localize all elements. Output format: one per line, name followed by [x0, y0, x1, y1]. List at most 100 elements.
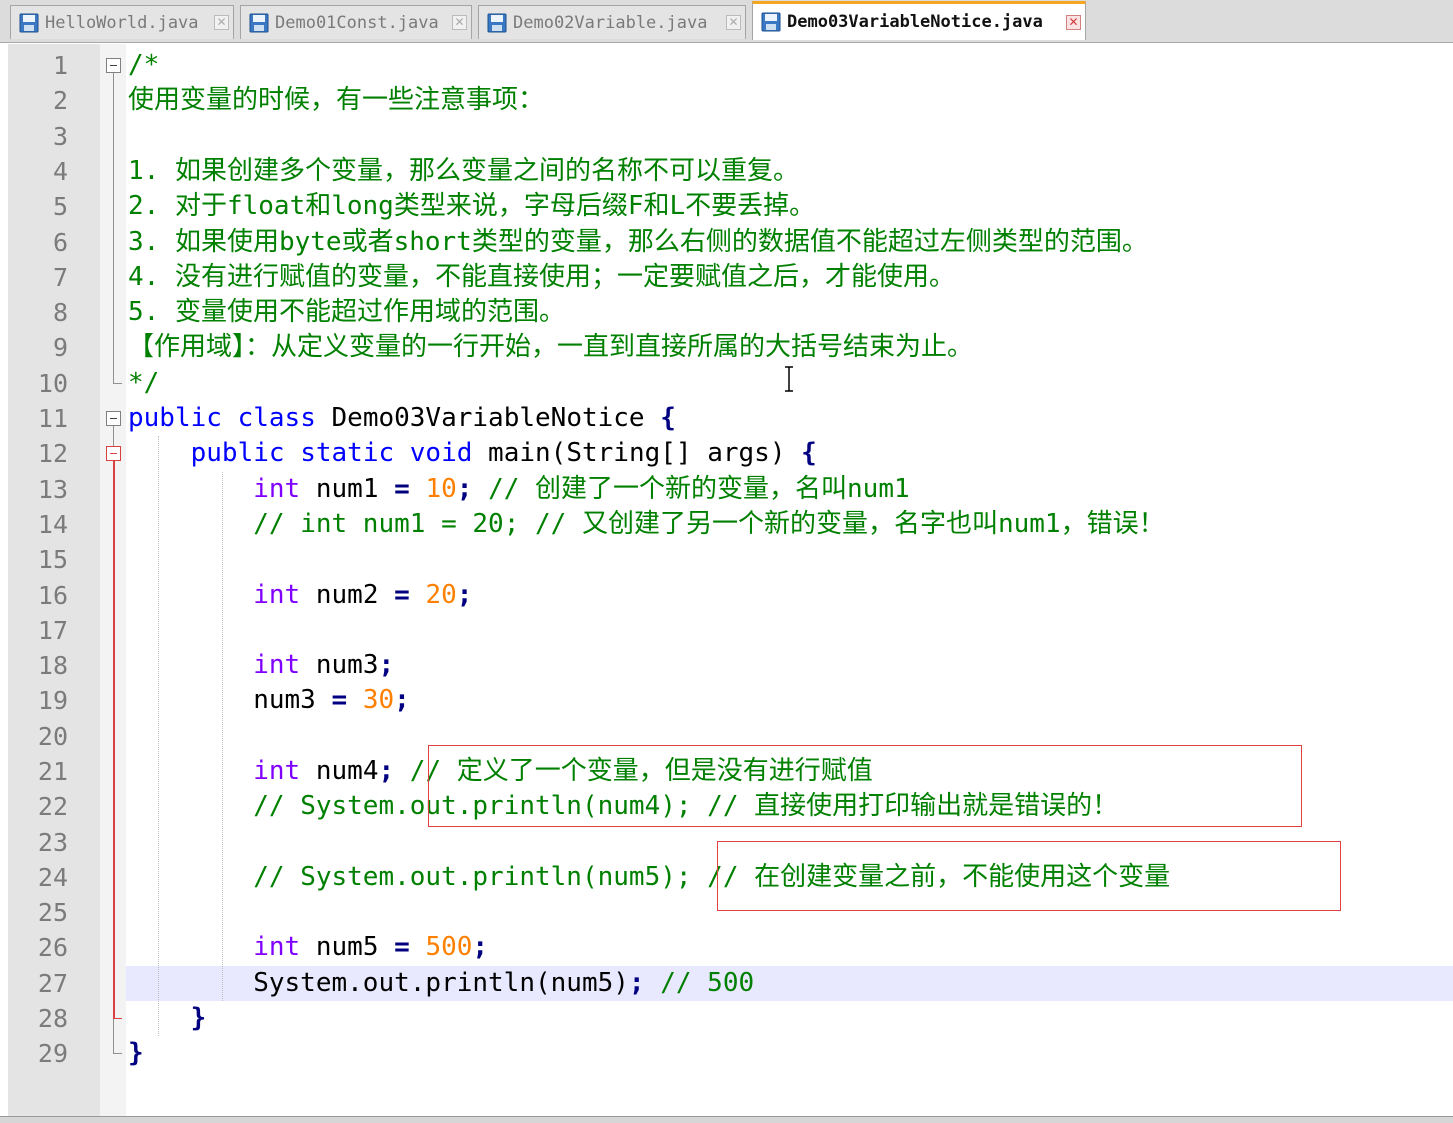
token-op: }	[128, 1038, 144, 1068]
token-op: ;	[472, 932, 489, 962]
fold-line	[113, 1019, 114, 1053]
close-icon[interactable]: ✕	[452, 15, 467, 30]
code-text[interactable]: int num2 = 20;	[126, 578, 1453, 613]
fold-line	[113, 73, 114, 383]
code-line[interactable]: 19 num3 = 30;	[0, 683, 1453, 718]
code-text[interactable]: 5. 变量使用不能超过作用域的范围。	[126, 295, 1453, 330]
token-cmt: 2. 对于float和long类型来说，字母后缀F和L不要丢掉。	[128, 191, 816, 221]
code-text[interactable]: num3 = 30;	[126, 683, 1453, 718]
tab-label: HelloWorld.java	[45, 12, 199, 33]
line-number: 5	[52, 192, 68, 221]
code-line[interactable]: 9 【作用域】：从定义变量的一行开始，一直到直接所属的大括号结束为止。	[0, 330, 1453, 365]
annotation-box	[717, 841, 1341, 911]
code-line[interactable]: 28 }	[0, 1001, 1453, 1036]
code-text[interactable]: // int num1 = 20; // 又创建了另一个新的变量，名字也叫num…	[126, 507, 1453, 542]
code-line[interactable]: 12 public static void main(String[] args…	[0, 436, 1453, 471]
code-text[interactable]	[126, 119, 1453, 154]
code-line[interactable]: 15	[0, 542, 1453, 577]
token-cmt: 使用变量的时候，有一些注意事项：	[128, 85, 545, 115]
tab-demo02variable-java[interactable]: Demo02Variable.java ✕	[478, 5, 746, 39]
code-text[interactable]: System.out.println(num5); // 500	[126, 966, 1453, 1001]
token-cmt: /*	[128, 50, 160, 80]
code-line[interactable]: 4 1. 如果创建多个变量，那么变量之间的名称不可以重复。	[0, 154, 1453, 189]
code-line[interactable]: 27 System.out.println(num5); // 500	[0, 966, 1453, 1001]
fold-minus-icon[interactable]	[106, 58, 121, 73]
token-cmt: 4. 没有进行赋值的变量，不能直接使用；一定要赋值之后，才能使用。	[128, 262, 955, 292]
code-line[interactable]: 13 int num1 = 10; // 创建了一个新的变量，名叫num1	[0, 472, 1453, 507]
code-text[interactable]: }	[126, 1001, 1453, 1036]
token-num: 500	[425, 932, 473, 962]
code-line[interactable]: 16 int num2 = 20;	[0, 578, 1453, 613]
token-op: ;	[628, 968, 645, 998]
code-line[interactable]: 5 2. 对于float和long类型来说，字母后缀F和L不要丢掉。	[0, 189, 1453, 224]
annotation-box	[428, 745, 1302, 827]
code-text[interactable]: 3. 如果使用byte或者short类型的变量，那么右侧的数据值不能超过左侧类型…	[126, 225, 1453, 260]
token-cmt: // int num1 = 20; // 又创建了另一个新的变量，名字也叫num…	[253, 509, 1165, 539]
close-icon[interactable]: ✕	[1066, 14, 1081, 30]
token-cmt: // 500	[660, 968, 755, 998]
code-text[interactable]	[126, 613, 1453, 648]
code-text[interactable]: /*	[126, 48, 1453, 83]
code-text[interactable]: 1. 如果创建多个变量，那么变量之间的名称不可以重复。	[126, 154, 1453, 189]
code-line[interactable]: 14 // int num1 = 20; // 又创建了另一个新的变量，名字也叫…	[0, 507, 1453, 542]
code-text[interactable]: public class Demo03VariableNotice {	[126, 401, 1453, 436]
code-line[interactable]: 6 3. 如果使用byte或者short类型的变量，那么右侧的数据值不能超过左侧类…	[0, 225, 1453, 260]
line-number: 24	[37, 863, 68, 892]
code-editor[interactable]: 1 /* 2 使用变量的时候，有一些注意事项： 3 4 1. 如果创建多个变量，那么变量之间…	[0, 44, 1453, 1116]
close-icon[interactable]: ✕	[214, 15, 229, 30]
tab-demo01const-java[interactable]: Demo01Const.java ✕	[240, 5, 472, 39]
code-text[interactable]: 2. 对于float和long类型来说，字母后缀F和L不要丢掉。	[126, 189, 1453, 224]
close-icon[interactable]: ✕	[726, 15, 741, 30]
code-line[interactable]: 11 public class Demo03VariableNotice {	[0, 401, 1453, 436]
code-line[interactable]: 17	[0, 613, 1453, 648]
code-line[interactable]: 29}	[0, 1036, 1453, 1071]
code-text[interactable]: public static void main(String[] args) {	[126, 436, 1453, 471]
code-text[interactable]: }	[126, 1036, 1453, 1071]
tab-label: Demo01Const.java	[275, 12, 439, 33]
token-num: 20	[425, 580, 457, 610]
code-text[interactable]: int num3;	[126, 648, 1453, 683]
line-number: 25	[37, 898, 68, 927]
line-number: 27	[37, 969, 68, 998]
token-txt: Demo03VariableNotice	[315, 403, 661, 433]
token-kw2: int	[253, 932, 301, 962]
code-line[interactable]: 7 4. 没有进行赋值的变量，不能直接使用；一定要赋值之后，才能使用。	[0, 260, 1453, 295]
code-line[interactable]: 3	[0, 119, 1453, 154]
code-text[interactable]: int num5 = 500;	[126, 930, 1453, 965]
code-line[interactable]: 26 int num5 = 500;	[0, 930, 1453, 965]
code-line[interactable]: 2 使用变量的时候，有一些注意事项：	[0, 83, 1453, 118]
save-disk-icon	[761, 12, 781, 32]
code-line[interactable]: 10 */	[0, 366, 1453, 401]
code-line[interactable]: 8 5. 变量使用不能超过作用域的范围。	[0, 295, 1453, 330]
code-text[interactable]: 【作用域】：从定义变量的一行开始，一直到直接所属的大括号结束为止。	[126, 330, 1453, 365]
code-text[interactable]: 4. 没有进行赋值的变量，不能直接使用；一定要赋值之后，才能使用。	[126, 260, 1453, 295]
fold-minus-icon[interactable]	[106, 411, 121, 426]
token-kw2: int	[253, 580, 301, 610]
line-number: 17	[37, 616, 68, 645]
token-num: 10	[425, 474, 457, 504]
token-op: =	[331, 685, 348, 715]
token-txt: num1	[300, 474, 395, 504]
code-text[interactable]: 使用变量的时候，有一些注意事项：	[126, 83, 1453, 118]
code-text[interactable]: int num1 = 10; // 创建了一个新的变量，名叫num1	[126, 472, 1453, 507]
code-line[interactable]: 1 /*	[0, 48, 1453, 83]
tab-demo03variablenotice-java[interactable]: Demo03VariableNotice.java ✕	[752, 1, 1086, 40]
fold-minus-icon[interactable]	[106, 446, 121, 461]
code-text[interactable]	[126, 542, 1453, 577]
code-line[interactable]: 18 int num3;	[0, 648, 1453, 683]
tab-helloworld-java[interactable]: HelloWorld.java ✕	[10, 5, 234, 39]
line-number: 4	[52, 157, 68, 186]
token-txt: main(String[] args)	[472, 438, 802, 468]
line-number: 26	[37, 933, 68, 962]
token-txt: num5	[300, 932, 395, 962]
indent-guide	[222, 472, 223, 1001]
line-number: 10	[37, 369, 68, 398]
